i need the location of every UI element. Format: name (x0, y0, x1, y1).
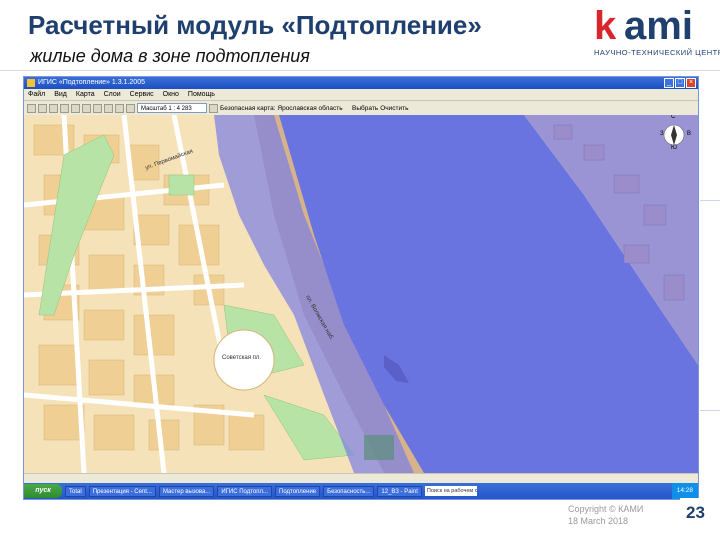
logo-letters-ami: ami (624, 4, 693, 48)
logo-letter-k: k (594, 4, 617, 48)
close-icon[interactable]: × (686, 78, 696, 88)
copyright-text: Copyright © КАМИ (568, 504, 644, 514)
side-divider (700, 200, 720, 201)
menu-item-file[interactable]: Файл (28, 89, 45, 100)
desktop-search-input[interactable]: Поиск на рабочем столе (424, 486, 477, 496)
page-number: 23 (686, 503, 705, 522)
menu-item-map[interactable]: Карта (76, 89, 95, 100)
header-divider (0, 70, 720, 71)
menu-item-help[interactable]: Помощь (188, 89, 215, 100)
scale-select[interactable]: Масштаб 1 : 4 283 (137, 103, 207, 113)
select-icon[interactable] (93, 103, 102, 113)
copyright-date: 18 March 2018 (568, 516, 629, 526)
taskbar-item[interactable]: 12_ВЗ - Paint (377, 485, 422, 497)
measure-icon[interactable] (115, 103, 124, 113)
layers-icon[interactable] (126, 103, 135, 113)
menu-item-service[interactable]: Сервис (130, 89, 154, 100)
window-titlebar: ИГИС «Подтопление» 1.3.1.2005 _ □ × (24, 77, 698, 89)
open-icon[interactable] (27, 103, 36, 113)
zoom-in-icon[interactable] (60, 103, 69, 113)
zoom-out-icon[interactable] (71, 103, 80, 113)
taskbar-item[interactable]: Мастер вызова... (158, 485, 215, 497)
menu-bar: Файл Вид Карта Слои Сервис Окно Помощь (24, 89, 698, 101)
start-button[interactable]: пуск (24, 484, 62, 498)
pan-icon[interactable] (82, 103, 91, 113)
taskbar-item[interactable]: Подтопление (275, 485, 321, 497)
menu-item-view[interactable]: Вид (54, 89, 67, 100)
compass-west-label: З (660, 131, 664, 137)
find-button[interactable]: Выбрать (352, 105, 378, 112)
taskbar-item[interactable]: Презентация - Cent... (88, 485, 156, 497)
slide-subtitle: жилые дома в зоне подтопления (30, 46, 310, 66)
minimize-icon[interactable]: _ (664, 78, 674, 88)
app-icon (27, 79, 35, 87)
compass-east-label: В (687, 131, 692, 137)
copyright: Copyright © КАМИ 18 March 2018 (568, 503, 643, 527)
map-canvas[interactable]: С Ю З В ул. Первомайская Советская пл. п… (24, 115, 698, 473)
toolbar: Масштаб 1 : 4 283 Безопасная карта: Ярос… (24, 101, 698, 116)
compass-south-label: Ю (671, 145, 678, 151)
layer-label: Безопасная карта: Ярославская область (220, 104, 343, 112)
taskbar-item[interactable]: ИГИС Подтопл... (217, 485, 273, 497)
taskbar-item[interactable]: Безопасность... (323, 485, 375, 497)
app-window: ИГИС «Подтопление» 1.3.1.2005 _ □ × Файл… (23, 76, 699, 500)
save-icon[interactable] (38, 103, 47, 113)
compass-north-label: С (671, 115, 676, 120)
side-divider (700, 410, 720, 411)
taskbar-item[interactable]: Total (65, 485, 86, 497)
info-icon[interactable] (104, 103, 113, 113)
maximize-icon[interactable]: □ (675, 78, 685, 88)
refresh-icon[interactable] (209, 103, 218, 113)
map-square-label: Советская пл. (222, 355, 262, 361)
taskbar: пуск Total Презентация - Cent... Мастер … (24, 483, 698, 499)
taskbar-clock: 14:28 (671, 483, 698, 499)
slide-title: Расчетный модуль «Подтопление» (28, 10, 482, 40)
kami-logo: k ami НАУЧНО-ТЕХНИЧЕСКИЙ ЦЕНТР (594, 4, 720, 64)
menu-item-window[interactable]: Окно (163, 89, 179, 100)
print-icon[interactable] (49, 103, 58, 113)
map-svg (24, 115, 698, 473)
compass-icon (663, 124, 685, 146)
menu-item-layers[interactable]: Слои (104, 89, 121, 100)
window-title: ИГИС «Подтопление» 1.3.1.2005 (38, 79, 145, 86)
clear-button[interactable]: Очистить (380, 105, 408, 112)
logo-subtitle: НАУЧНО-ТЕХНИЧЕСКИЙ ЦЕНТР (594, 48, 720, 57)
